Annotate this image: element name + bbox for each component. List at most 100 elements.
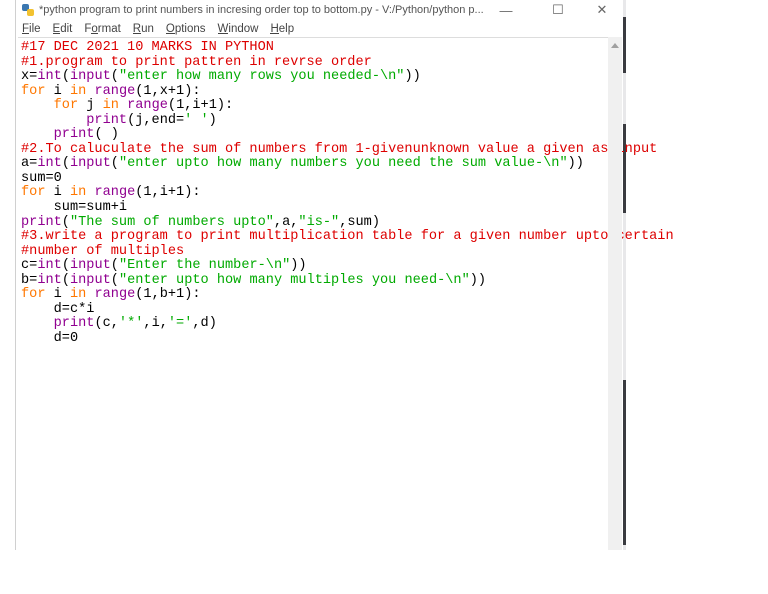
code-line: for i in range(1,b+1):: [21, 288, 674, 303]
token-string: "is-": [298, 214, 340, 230]
token-keyword: in: [69, 83, 87, 99]
code-line: c=int(input("Enter the number-\n")): [21, 258, 674, 274]
token-builtin: input: [69, 272, 111, 288]
token-builtin: int: [37, 69, 62, 85]
token-default: i: [45, 83, 70, 99]
token-default: )): [469, 272, 487, 288]
menu-options[interactable]: Options: [165, 23, 206, 35]
token-default: c=: [21, 258, 38, 274]
token-default: [21, 98, 54, 113]
access-key-underline: [91, 32, 98, 34]
token-default: ,d): [192, 316, 217, 332]
token-default: x=: [21, 69, 38, 85]
token-default: (: [110, 272, 119, 288]
menu-format[interactable]: Format: [84, 23, 120, 35]
token-default: (: [61, 258, 70, 274]
token-default: (: [61, 214, 70, 230]
token-keyword: in: [69, 287, 87, 303]
access-key-underline: [22, 32, 30, 34]
token-default: ( ): [94, 127, 119, 143]
token-default: (1,x+1):: [135, 83, 201, 99]
token-comment: #number of multiples: [21, 243, 185, 259]
token-default: )): [567, 156, 584, 172]
code-line: a=int(input("enter upto how many numbers…: [21, 157, 674, 172]
code-editor[interactable]: #17 DEC 2021 10 MARKS IN PYTHON #1.progra…: [18, 37, 674, 551]
menu-window[interactable]: Window: [217, 23, 258, 35]
code-line: d=0: [21, 331, 674, 347]
close-button[interactable]: ✕: [582, 0, 622, 20]
menu-bar: File Edit Format Run Options Window Help: [16, 20, 300, 37]
minimize-button[interactable]: —: [486, 0, 526, 20]
token-default: (: [110, 156, 119, 172]
code-line: print(j,end=' '): [21, 112, 674, 129]
token-string: "Enter the number-\n": [118, 258, 291, 274]
token-builtin: input: [69, 258, 111, 274]
token-default: (1,i+1):: [135, 185, 201, 201]
code-line: d=c*i: [21, 301, 674, 318]
token-comment: #3.write a program to print multiplicati…: [21, 229, 674, 245]
token-default: (: [110, 258, 119, 274]
menu-run[interactable]: Run: [132, 23, 154, 35]
code-line: b=int(input("enter upto how many multipl…: [21, 272, 674, 289]
code-line: print( ): [21, 128, 674, 143]
token-keyword: for: [21, 185, 46, 201]
token-string: ' ': [184, 112, 209, 128]
scroll-up-arrow-icon[interactable]: [611, 43, 619, 48]
token-default: (1,i+1):: [167, 98, 234, 114]
token-string: "The sum of numbers upto": [69, 214, 274, 230]
token-builtin: input: [69, 69, 111, 85]
menu-file[interactable]: File: [22, 23, 41, 35]
token-builtin: range: [94, 83, 136, 99]
token-default: (c,: [94, 316, 119, 332]
code-line: for i in range(1,i+1):: [21, 186, 674, 201]
code-line: #2.To caluculate the sum of numbers from…: [21, 141, 674, 158]
code-text[interactable]: #17 DEC 2021 10 MARKS IN PYTHON #1.progra…: [21, 40, 674, 347]
token-default: i: [45, 185, 70, 201]
token-default: )): [404, 69, 421, 85]
token-default: d=c*i: [21, 301, 95, 317]
title-bar[interactable]: *python program to print numbers in incr…: [16, 0, 623, 20]
code-line: x=int(input("enter how many rows you nee…: [21, 69, 674, 85]
token-builtin: int: [37, 258, 62, 274]
token-string: "enter upto how many numbers you need th…: [118, 156, 568, 172]
token-comment: #17 DEC 2021 10 MARKS IN PYTHON: [21, 40, 274, 55]
token-default: [21, 127, 54, 142]
token-builtin: range: [127, 98, 168, 114]
token-string: "enter upto how many multiples you need-…: [118, 272, 470, 288]
token-builtin: int: [37, 156, 62, 172]
token-string: "enter how many rows you needed-\n": [118, 69, 405, 85]
token-default: (j,end=: [127, 112, 185, 128]
token-builtin: range: [94, 185, 136, 201]
code-line: #3.write a program to print multiplicati…: [21, 229, 674, 245]
token-default: ,i,: [143, 316, 168, 332]
access-key-underline: [217, 32, 229, 34]
token-default: (1,b+1):: [135, 287, 201, 303]
token-default: sum=0: [21, 170, 62, 186]
token-keyword: in: [69, 185, 87, 201]
token-default: [119, 98, 127, 113]
access-key-underline: [52, 32, 61, 34]
code-line: #17 DEC 2021 10 MARKS IN PYTHON: [21, 40, 674, 56]
token-default: a=: [21, 156, 38, 172]
token-builtin: range: [94, 287, 136, 303]
token-comment: #1.program to print pattren in revrse or…: [21, 54, 372, 70]
code-line: for i in range(1,x+1):: [21, 83, 674, 100]
menu-edit[interactable]: Edit: [52, 23, 72, 35]
token-default: [21, 316, 54, 331]
maximize-button[interactable]: ☐: [538, 0, 578, 20]
token-string: '=': [167, 316, 193, 332]
idle-editor-window: *python program to print numbers in incr…: [15, 0, 674, 551]
code-line: #number of multiples: [21, 243, 674, 260]
vertical-scrollbar[interactable]: [608, 37, 622, 550]
token-builtin: print: [21, 214, 62, 230]
code-line: sum=sum+i: [21, 200, 674, 216]
token-comment: #2.To caluculate the sum of numbers from…: [21, 141, 658, 157]
window-title: *python program to print numbers in incr…: [39, 4, 484, 16]
code-line: #1.program to print pattren in revrse or…: [21, 54, 674, 71]
token-default: i: [45, 287, 70, 303]
token-keyword: for: [21, 287, 46, 303]
menu-help[interactable]: Help: [270, 23, 294, 35]
menu-format-label[interactable]: Format: [84, 23, 120, 35]
token-keyword: for: [53, 98, 79, 114]
python-icon: [22, 4, 34, 16]
